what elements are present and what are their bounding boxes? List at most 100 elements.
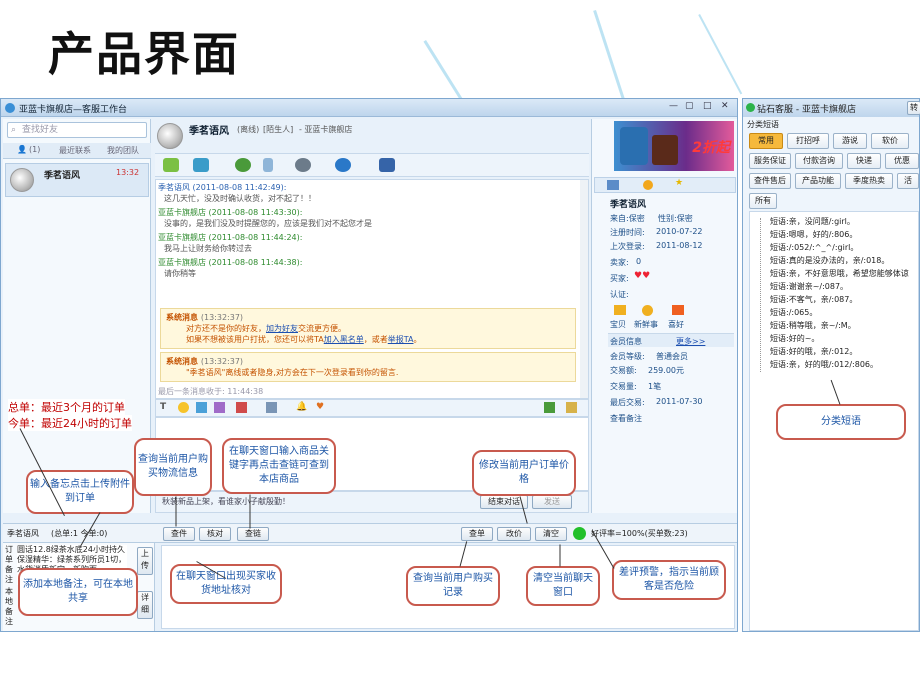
contact-tabs: 👤 (1) 最近联系 我的团队 <box>3 143 151 159</box>
contact-time: 13:32 <box>116 168 140 177</box>
clear-button[interactable]: 清空 <box>535 527 567 541</box>
change-price-button[interactable]: 改价 <box>497 527 531 541</box>
tab-recent[interactable]: 最近联系 <box>59 145 91 156</box>
phrase-item[interactable]: 短语:嗯嗯，好的/:806。 <box>770 229 857 240</box>
view-notes-link[interactable]: 查看备注 <box>610 413 642 424</box>
chat-icon[interactable] <box>163 158 179 172</box>
upload-button[interactable]: 上传 <box>137 547 153 575</box>
category-aftersale[interactable]: 查件售后 <box>749 173 791 189</box>
category-features[interactable]: 产品功能 <box>795 173 841 189</box>
send-button[interactable]: 发送 <box>532 495 572 509</box>
system-message-title: 系统消息 <box>166 357 198 366</box>
shortcut-item[interactable]: 宝贝 <box>610 319 626 330</box>
phrase-item[interactable]: 短语:谢谢亲~/:087。 <box>770 281 848 292</box>
phrase-item[interactable]: 短语:真的是没办法的，亲/:018。 <box>770 255 889 266</box>
category-hot[interactable]: 季度热卖 <box>845 173 893 189</box>
category-service[interactable]: 服务保证 <box>749 153 791 169</box>
register-label: 注册时间: <box>610 228 645 237</box>
search-placeholder: 查找好友 <box>22 125 59 135</box>
seller-value: 0 <box>636 257 642 266</box>
star-tab-icon[interactable]: ★ <box>675 178 683 188</box>
phrase-item[interactable]: 短语:不客气，亲/:087。 <box>770 294 857 305</box>
picture-icon[interactable] <box>236 402 247 413</box>
transfer-button[interactable]: 转 <box>907 101 920 115</box>
maximize-icon[interactable]: □ <box>703 101 712 111</box>
phrase-item[interactable]: 短语:亲，不好意思哦，希望您能够体谅 <box>770 268 909 279</box>
more-link[interactable]: 更多>> <box>676 336 705 347</box>
category-bargain[interactable]: 软价 <box>871 133 909 149</box>
promo-banner[interactable]: 2折起 <box>614 121 734 171</box>
phrase-item[interactable]: 短语:/:065。 <box>770 307 817 318</box>
search-input[interactable]: ⌕ 查找好友 <box>7 122 147 138</box>
check-order-button[interactable]: 查单 <box>461 527 493 541</box>
category-express[interactable]: 快递 <box>847 153 881 169</box>
phrase-item[interactable]: 短语:好的哦，亲/:012。 <box>770 346 857 357</box>
phrase-item[interactable]: 短语:亲，好的哦/:012/:806。 <box>770 359 878 370</box>
report-link[interactable]: 举报TA <box>388 335 414 344</box>
font-icon[interactable]: T <box>160 402 166 412</box>
user-add-icon[interactable] <box>235 158 251 172</box>
phrases-titlebar: 钻石客服 - 亚蓝卡旗舰店 转 <box>743 99 920 117</box>
folder-icon[interactable] <box>614 305 626 315</box>
camera-icon[interactable] <box>295 158 311 172</box>
callout-change-price: 修改当前用户订单价格 <box>472 450 576 496</box>
heart-icon[interactable]: ♥ <box>316 402 324 412</box>
callout-phrase-category: 分类短语 <box>776 404 906 440</box>
minimize-icon[interactable]: — <box>669 101 678 111</box>
gift-icon[interactable] <box>672 305 684 315</box>
detail-button[interactable]: 详细 <box>137 591 153 619</box>
callout-check-link: 在聊天窗口输入商品关键字再点击查链可查到本店商品 <box>222 438 336 494</box>
check-link-button[interactable]: 查链 <box>237 527 269 541</box>
annotation-pointer <box>559 544 561 567</box>
amount-label: 交易额: <box>610 366 637 375</box>
order-notes-tab[interactable]: 订单备注 <box>5 545 15 585</box>
ad-hint[interactable]: 秋装新品上架，看谁家小子献殷勤！ <box>162 496 290 507</box>
shortcut-item[interactable]: 新鲜事 <box>634 319 658 330</box>
screenshot-icon[interactable] <box>214 402 225 413</box>
contact-list-item[interactable]: 季茗语风 13:32 <box>5 163 149 197</box>
category-event[interactable]: 活 <box>897 173 919 189</box>
phrase-item[interactable]: 短语:好的~。 <box>770 333 819 344</box>
history-icon[interactable] <box>566 402 577 413</box>
category-discount[interactable]: 优惠 <box>885 153 919 169</box>
phrase-item[interactable]: 短语:/:052/:^_^/:girl。 <box>770 242 858 253</box>
system-text: "季茗语风"离线或者隐身,对方会在下一次登录看到你的留言. <box>186 368 399 377</box>
count-label: 交易量: <box>610 382 637 391</box>
info-icon[interactable] <box>642 305 653 316</box>
phrase-item[interactable]: 短语:亲，没问题/:girl。 <box>770 216 855 227</box>
mic-icon[interactable] <box>263 158 273 172</box>
section-label: 分类短语 <box>747 120 779 129</box>
smile-tab-icon[interactable] <box>643 180 653 190</box>
app-icon[interactable] <box>335 158 351 172</box>
shop-icon[interactable] <box>379 158 395 172</box>
restore-icon[interactable]: ▢ <box>685 101 694 111</box>
category-common[interactable]: 常用 <box>749 133 783 149</box>
category-persuade[interactable]: 游说 <box>833 133 867 149</box>
add-friend-link[interactable]: 加为好友 <box>266 324 298 333</box>
scrollbar[interactable] <box>580 180 588 398</box>
local-notes-tab[interactable]: 本地备注 <box>5 587 15 627</box>
close-icon[interactable]: ✕ <box>721 101 729 111</box>
level-value: 普通会员 <box>656 352 688 361</box>
track-package-button[interactable]: 查件 <box>163 527 195 541</box>
phrase-item[interactable]: 短语:稍等哦，亲~/:M。 <box>770 320 856 331</box>
image-icon[interactable] <box>193 158 209 172</box>
verify-button[interactable]: 核对 <box>199 527 231 541</box>
send-file-icon[interactable] <box>544 402 555 413</box>
tab-current[interactable]: (1) <box>29 145 40 154</box>
shortcut-item[interactable]: 喜好 <box>668 319 684 330</box>
order-counts: (总单:1 今单:0) <box>51 529 108 538</box>
category-all[interactable]: 所有 <box>749 193 777 209</box>
bell-icon[interactable]: 🔔 <box>296 402 307 412</box>
emoji-icon[interactable] <box>178 402 189 413</box>
category-greeting[interactable]: 打招呼 <box>787 133 829 149</box>
system-text: 如果不想被该用户打扰，您还可以将TA <box>186 335 324 344</box>
category-payment[interactable]: 付款咨询 <box>795 153 843 169</box>
tab-team[interactable]: 我的团队 <box>107 145 139 156</box>
magic-icon[interactable] <box>196 402 207 413</box>
last-trade-value: 2011-07-30 <box>656 397 703 406</box>
quick-phrase-icon[interactable] <box>266 402 277 413</box>
profile-tab-icon[interactable] <box>607 180 619 190</box>
banner-text: 2折起 <box>692 140 730 156</box>
blacklist-link[interactable]: 加入黑名单 <box>324 335 364 344</box>
